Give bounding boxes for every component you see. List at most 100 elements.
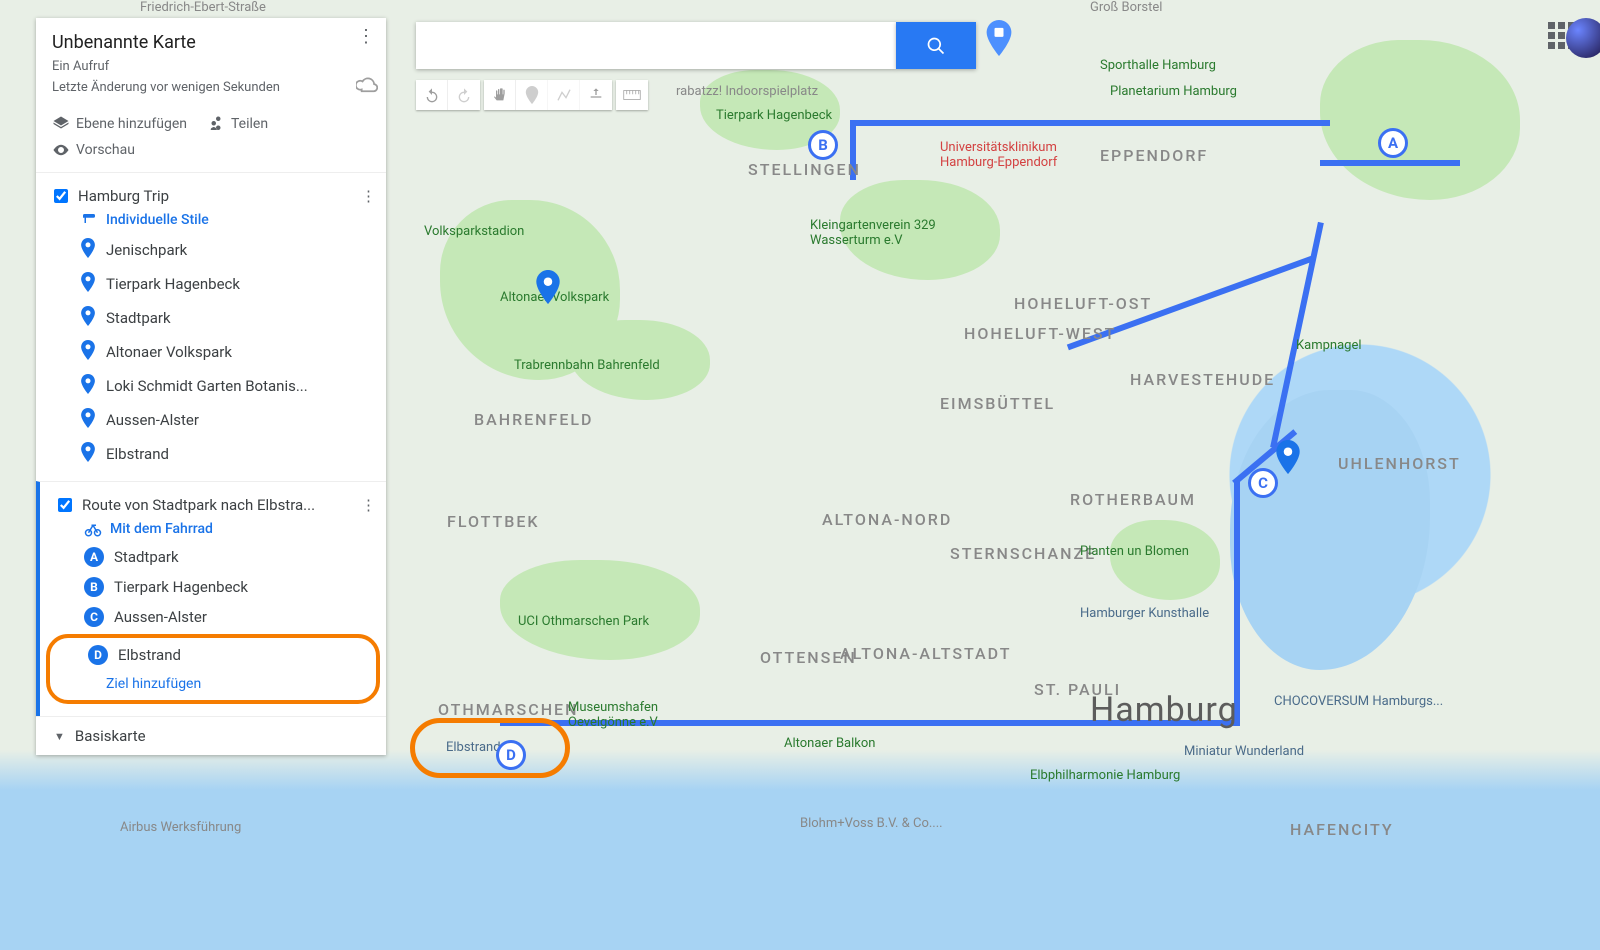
add-destination-button[interactable]: Ziel hinzufügen — [50, 670, 376, 698]
poi-elbphilharmonie[interactable]: Elbphilharmonie Hamburg — [1030, 768, 1180, 783]
map-toolbar — [416, 80, 648, 110]
poi-gross-borstel[interactable]: Groß Borstel — [1090, 0, 1162, 15]
layer1-visibility-checkbox[interactable] — [54, 189, 68, 203]
poi-museumshafen[interactable]: Museumshafen Oevelgönne e.V — [568, 700, 698, 730]
place-elbstrand[interactable]: Elbstrand — [36, 437, 386, 471]
map-actions: Ebene hinzufügen Teilen Vorschau — [36, 105, 386, 172]
shopping-pin-icon[interactable] — [985, 20, 1013, 56]
poi-uke[interactable]: Universitätsklinikum Hamburg-Eppendorf — [940, 140, 1100, 170]
pin-icon — [80, 374, 96, 398]
layer1-overflow-menu[interactable]: ⋮ — [361, 187, 376, 205]
poi-sporthalle[interactable]: Sporthalle Hamburg — [1100, 58, 1216, 73]
label-altona-altstadt: ALTONA-ALTSTADT — [840, 644, 1011, 663]
label-ottensen: OTTENSEN — [760, 648, 857, 667]
poi-blohmvoss[interactable]: Blohm+Voss B.V. & Co.... — [800, 816, 943, 831]
place-tierpark-hagenbeck[interactable]: Tierpark Hagenbeck — [36, 267, 386, 301]
poi-planten-un-blomen[interactable]: Planten un Blomen — [1080, 544, 1189, 559]
route-stop-b[interactable]: BTierpark Hagenbeck — [40, 572, 386, 602]
route-letter-d: D — [88, 645, 108, 665]
draw-line-button[interactable] — [548, 80, 580, 110]
label-stpauli: ST. PAULI — [1034, 680, 1121, 699]
search-input[interactable] — [416, 22, 896, 69]
waypoint-a[interactable]: A — [1378, 128, 1408, 158]
sidebar-panel: Unbenannte Karte Ein Aufruf Letzte Änder… — [36, 18, 386, 755]
poi-kleingarten[interactable]: Kleingartenverein 329 Wasserturm e.V — [810, 218, 960, 248]
place-jenischpark[interactable]: Jenischpark — [36, 233, 386, 267]
place-altonaer-volkspark[interactable]: Altonaer Volkspark — [36, 335, 386, 369]
paint-roller-icon — [80, 211, 98, 229]
map-pin-icon[interactable] — [1275, 440, 1297, 462]
layer2-travelmode-button[interactable]: Mit dem Fahrrad — [40, 516, 386, 542]
label-othmarschen: OTHMARSCHEN — [438, 700, 578, 719]
layers-icon — [52, 115, 70, 133]
label-harvestehude: HARVESTEHUDE — [1130, 370, 1275, 389]
poi-kampnagel[interactable]: Kampnagel — [1296, 338, 1362, 353]
poi-miniatur[interactable]: Miniatur Wunderland — [1184, 744, 1304, 759]
place-loki-schmidt[interactable]: Loki Schmidt Garten Botanis... — [36, 369, 386, 403]
map-overflow-menu[interactable]: ⋮ — [357, 26, 376, 47]
pin-icon — [80, 408, 96, 432]
route-letter-b: B — [84, 577, 104, 597]
account-avatar[interactable] — [1566, 18, 1600, 58]
map-title[interactable]: Unbenannte Karte — [52, 32, 370, 53]
preview-button[interactable]: Vorschau — [52, 141, 135, 159]
map-views: Ein Aufruf — [52, 59, 370, 74]
layer1-name: Hamburg Trip — [78, 187, 169, 205]
layer2-overflow-menu[interactable]: ⋮ — [361, 496, 376, 514]
measure-button[interactable] — [616, 80, 648, 110]
route-stop-label: Elbstrand — [118, 646, 181, 664]
basemap-toggle[interactable]: ▼ Basiskarte — [36, 716, 386, 755]
layer1-header[interactable]: Hamburg Trip ⋮ — [36, 181, 386, 207]
pan-tool-button[interactable] — [484, 80, 516, 110]
share-button[interactable]: Teilen — [207, 115, 268, 133]
redo-button[interactable] — [448, 80, 480, 110]
label-stellingen: STELLINGEN — [748, 160, 861, 179]
poi-friedrich-ebert-str[interactable]: Friedrich-Ebert-Straße — [140, 0, 266, 15]
add-directions-button[interactable] — [580, 80, 612, 110]
label-sternschanze: STERNSCHANZE — [950, 544, 1096, 563]
poi-planetarium[interactable]: Planetarium Hamburg — [1110, 84, 1237, 99]
poi-tierpark-hagenbeck[interactable]: Tierpark Hagenbeck — [716, 108, 832, 123]
polyline-icon — [556, 87, 572, 103]
poi-kunsthalle[interactable]: Hamburger Kunsthalle — [1080, 606, 1209, 621]
route-stop-d[interactable]: D Elbstrand — [50, 640, 376, 670]
undo-icon — [424, 87, 440, 103]
poi-altonaer-balkon[interactable]: Altonaer Balkon — [784, 736, 875, 751]
redo-icon — [456, 87, 472, 103]
undo-button[interactable] — [416, 80, 448, 110]
label-hafencity: HAFENCITY — [1290, 820, 1394, 839]
add-layer-button[interactable]: Ebene hinzufügen — [52, 115, 187, 133]
place-stadtpark[interactable]: Stadtpark — [36, 301, 386, 335]
poi-airbus[interactable]: Airbus Werksführung — [120, 820, 241, 835]
map-pin-icon[interactable] — [535, 270, 557, 292]
poi-uci[interactable]: UCI Othmarschen Park — [518, 614, 649, 629]
label-flottbek: FLOTTBEK — [447, 512, 539, 531]
layer-route: Route von Stadtpark nach Elbstra... ⋮ Mi… — [36, 481, 386, 716]
ruler-icon — [623, 89, 641, 101]
place-aussen-alster[interactable]: Aussen-Alster — [36, 403, 386, 437]
layer1-style-button[interactable]: Individuelle Stile — [36, 207, 386, 233]
route-stop-c[interactable]: CAussen-Alster — [40, 602, 386, 632]
layer2-visibility-checkbox[interactable] — [58, 498, 72, 512]
poi-trabrennbahn[interactable]: Trabrennbahn Bahrenfeld — [514, 358, 660, 373]
place-label: Loki Schmidt Garten Botanis... — [106, 377, 308, 395]
map-last-edit: Letzte Änderung vor wenigen Sekunden — [52, 80, 370, 95]
search-button[interactable] — [896, 22, 976, 69]
place-label: Aussen-Alster — [106, 411, 199, 429]
label-hoheluft-west: HOHELUFT-WEST — [964, 324, 1116, 343]
layer2-header[interactable]: Route von Stadtpark nach Elbstra... ⋮ — [40, 490, 386, 516]
add-marker-button[interactable] — [516, 80, 548, 110]
chevron-down-icon: ▼ — [54, 730, 65, 743]
layer2-name: Route von Stadtpark nach Elbstra... — [82, 496, 315, 514]
waypoint-c[interactable]: C — [1248, 468, 1278, 498]
poi-volksparkstadion[interactable]: Volksparkstadion — [424, 224, 524, 239]
poi-indoorspielplatz[interactable]: rabatzz! Indoorspielplatz — [676, 84, 818, 99]
route-stop-a[interactable]: AStadtpark — [40, 542, 386, 572]
place-label: Stadtpark — [106, 309, 171, 327]
pin-icon — [80, 442, 96, 466]
sidebar-header: Unbenannte Karte Ein Aufruf Letzte Änder… — [36, 18, 386, 105]
pin-icon — [80, 238, 96, 262]
poi-chocoversum[interactable]: CHOCOVERSUM Hamburgs... — [1274, 694, 1443, 709]
place-label: Tierpark Hagenbeck — [106, 275, 240, 293]
waypoint-b[interactable]: B — [808, 130, 838, 160]
